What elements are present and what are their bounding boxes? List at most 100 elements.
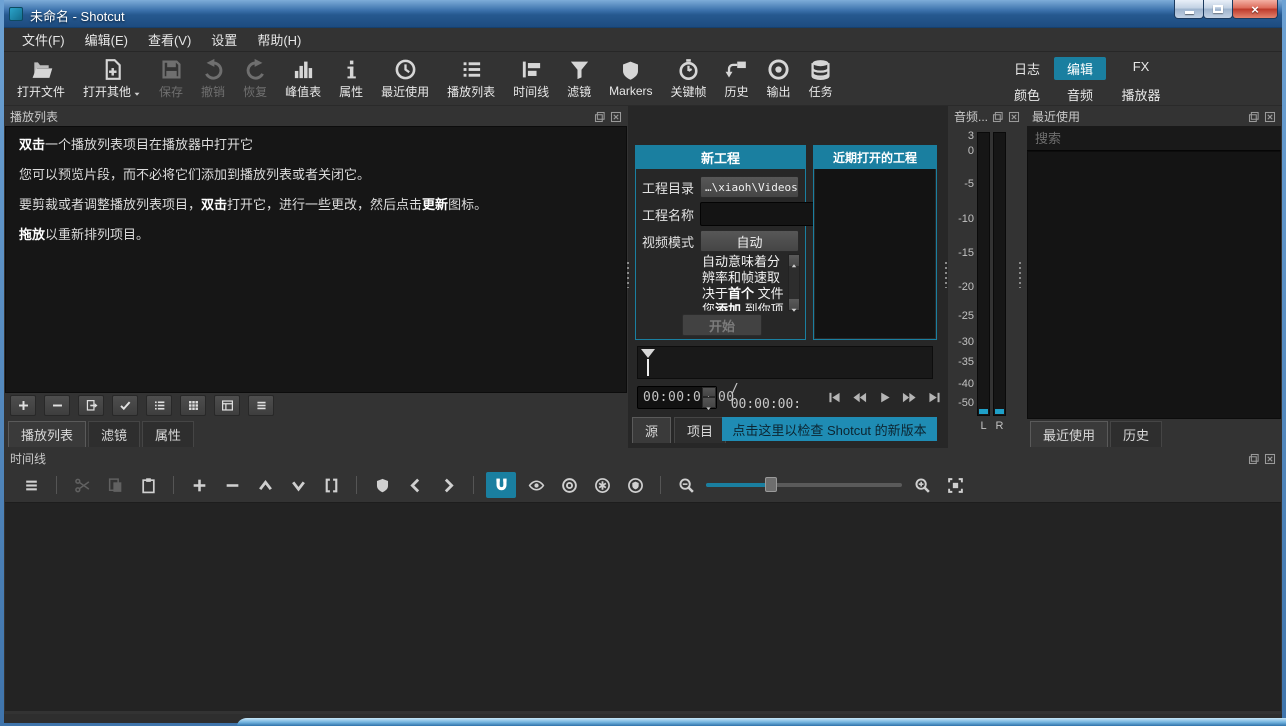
snap-toggle[interactable] — [486, 472, 516, 498]
menu-view[interactable]: 查看(V) — [138, 27, 201, 52]
close-panel-icon[interactable] — [1264, 452, 1276, 464]
timeline-menu-button[interactable] — [18, 473, 44, 497]
zoom-fit-button[interactable] — [942, 473, 968, 497]
float-panel-icon[interactable] — [594, 110, 606, 122]
timecode-spinbox[interactable]: 00:00:00:00 — [637, 386, 717, 409]
hint-scrollbar[interactable] — [788, 254, 800, 311]
update-banner[interactable]: 点击这里以检查 Shotcut 的新版本 — [722, 417, 937, 441]
playlist-view-details-button[interactable] — [214, 395, 240, 416]
search-input[interactable] — [1027, 126, 1281, 151]
playlist-update-button[interactable] — [112, 395, 138, 416]
timeline-zoom-slider[interactable] — [706, 473, 902, 497]
tab-filters[interactable]: 滤镜 — [88, 421, 140, 447]
tab-project[interactable]: 项目 — [674, 417, 726, 443]
export-button[interactable]: 输出 — [758, 56, 800, 102]
peak-meter-button[interactable]: 峰值表 — [276, 56, 330, 102]
ripple-toggle[interactable] — [556, 473, 582, 497]
menu-settings[interactable]: 设置 — [201, 27, 247, 52]
layout-color-button[interactable]: 颜色 — [1002, 83, 1052, 106]
splitter-handle[interactable] — [626, 262, 630, 288]
float-panel-icon[interactable] — [992, 110, 1004, 122]
video-mode-button[interactable]: 自动 — [700, 230, 799, 252]
minimize-button[interactable] — [1174, 0, 1204, 19]
next-marker-button[interactable] — [435, 473, 461, 497]
layout-fx-button[interactable]: FX — [1108, 57, 1174, 80]
append-button[interactable] — [186, 473, 212, 497]
slider-handle[interactable] — [765, 477, 777, 492]
splitter-handle[interactable] — [944, 262, 948, 288]
float-panel-icon[interactable] — [1248, 110, 1260, 122]
open-file-button[interactable]: 打开文件 — [8, 56, 74, 102]
tab-history[interactable]: 历史 — [1110, 421, 1162, 447]
fast-forward-icon[interactable] — [902, 390, 917, 405]
jobs-button[interactable]: 任务 — [800, 56, 842, 102]
scrub-toggle[interactable] — [523, 473, 549, 497]
layout-audio-button[interactable]: 音频 — [1054, 83, 1106, 106]
open-other-button[interactable]: 打开其他 — [74, 56, 150, 102]
zoom-out-button[interactable] — [673, 473, 699, 497]
menu-file[interactable]: 文件(F) — [12, 27, 75, 52]
tab-properties[interactable]: 属性 — [142, 421, 194, 447]
close-panel-icon[interactable] — [1264, 110, 1276, 122]
ripple-all-tracks-toggle[interactable] — [589, 473, 615, 497]
zoom-in-button[interactable] — [909, 473, 935, 497]
tab-source[interactable]: 源 — [632, 417, 671, 443]
playhead-icon[interactable] — [641, 349, 655, 358]
lift-button[interactable] — [252, 473, 278, 497]
overwrite-button[interactable] — [285, 473, 311, 497]
menu-help[interactable]: 帮助(H) — [247, 27, 311, 52]
undo-button[interactable]: 撤销 — [192, 56, 234, 102]
float-panel-icon[interactable] — [1248, 452, 1260, 464]
tab-recent[interactable]: 最近使用 — [1030, 421, 1108, 447]
close-panel-icon[interactable] — [1008, 110, 1020, 122]
skip-end-icon[interactable] — [927, 390, 942, 405]
playlist-menu-button[interactable] — [248, 395, 274, 416]
timecode-up-button[interactable] — [702, 387, 716, 398]
timeline-button[interactable]: 时间线 — [504, 56, 558, 102]
markers-button[interactable]: Markers — [600, 57, 661, 100]
recent-files-list[interactable] — [1027, 151, 1281, 419]
paste-button[interactable] — [135, 473, 161, 497]
rewind-icon[interactable] — [852, 390, 867, 405]
split-button[interactable] — [318, 473, 344, 497]
playlist-button[interactable]: 播放列表 — [438, 56, 504, 102]
timeline-tracks-area[interactable] — [5, 502, 1281, 711]
properties-button[interactable]: 属性 — [330, 56, 372, 102]
marker-button[interactable] — [369, 473, 395, 497]
prev-marker-button[interactable] — [402, 473, 428, 497]
close-button[interactable]: × — [1232, 0, 1278, 19]
ripple-delete-button[interactable] — [219, 473, 245, 497]
cut-button[interactable] — [69, 473, 95, 497]
splitter-handle[interactable] — [1018, 262, 1022, 288]
seek-bar[interactable] — [637, 346, 933, 379]
skip-start-icon[interactable] — [827, 390, 842, 405]
filters-button[interactable]: 滤镜 — [558, 56, 600, 102]
playlist-remove-button[interactable] — [44, 395, 70, 416]
layout-editing-button[interactable]: 编辑 — [1054, 57, 1106, 80]
playlist-view-tiles-button[interactable] — [180, 395, 206, 416]
save-button[interactable]: 保存 — [150, 56, 192, 102]
copy-button[interactable] — [102, 473, 128, 497]
playlist-open-button[interactable] — [78, 395, 104, 416]
start-button[interactable]: 开始 — [682, 314, 762, 336]
history-button[interactable]: 历史 — [716, 56, 758, 102]
maximize-button[interactable] — [1203, 0, 1233, 19]
timecode-down-button[interactable] — [702, 397, 716, 408]
close-panel-icon[interactable] — [610, 110, 622, 122]
recent-projects-list[interactable] — [815, 169, 935, 338]
playlist-view-list-button[interactable] — [146, 395, 172, 416]
scroll-up-button[interactable] — [789, 255, 799, 266]
keyframes-button[interactable]: 关键帧 — [662, 56, 716, 102]
layout-player-button[interactable]: 播放器 — [1108, 83, 1174, 106]
layout-logging-button[interactable]: 日志 — [1002, 57, 1052, 80]
playlist-add-button[interactable] — [10, 395, 36, 416]
recent-button[interactable]: 最近使用 — [372, 56, 438, 102]
scroll-down-button[interactable] — [789, 299, 799, 310]
menu-edit[interactable]: 编辑(E) — [75, 27, 138, 52]
play-icon[interactable] — [877, 390, 892, 405]
project-folder-field[interactable]: …\xiaoh\Videos — [700, 176, 799, 198]
timecode-value[interactable]: 00:00:00:00 — [643, 390, 735, 405]
ripple-markers-toggle[interactable] — [622, 473, 648, 497]
redo-button[interactable]: 恢复 — [234, 56, 276, 102]
tab-playlist[interactable]: 播放列表 — [8, 421, 86, 447]
